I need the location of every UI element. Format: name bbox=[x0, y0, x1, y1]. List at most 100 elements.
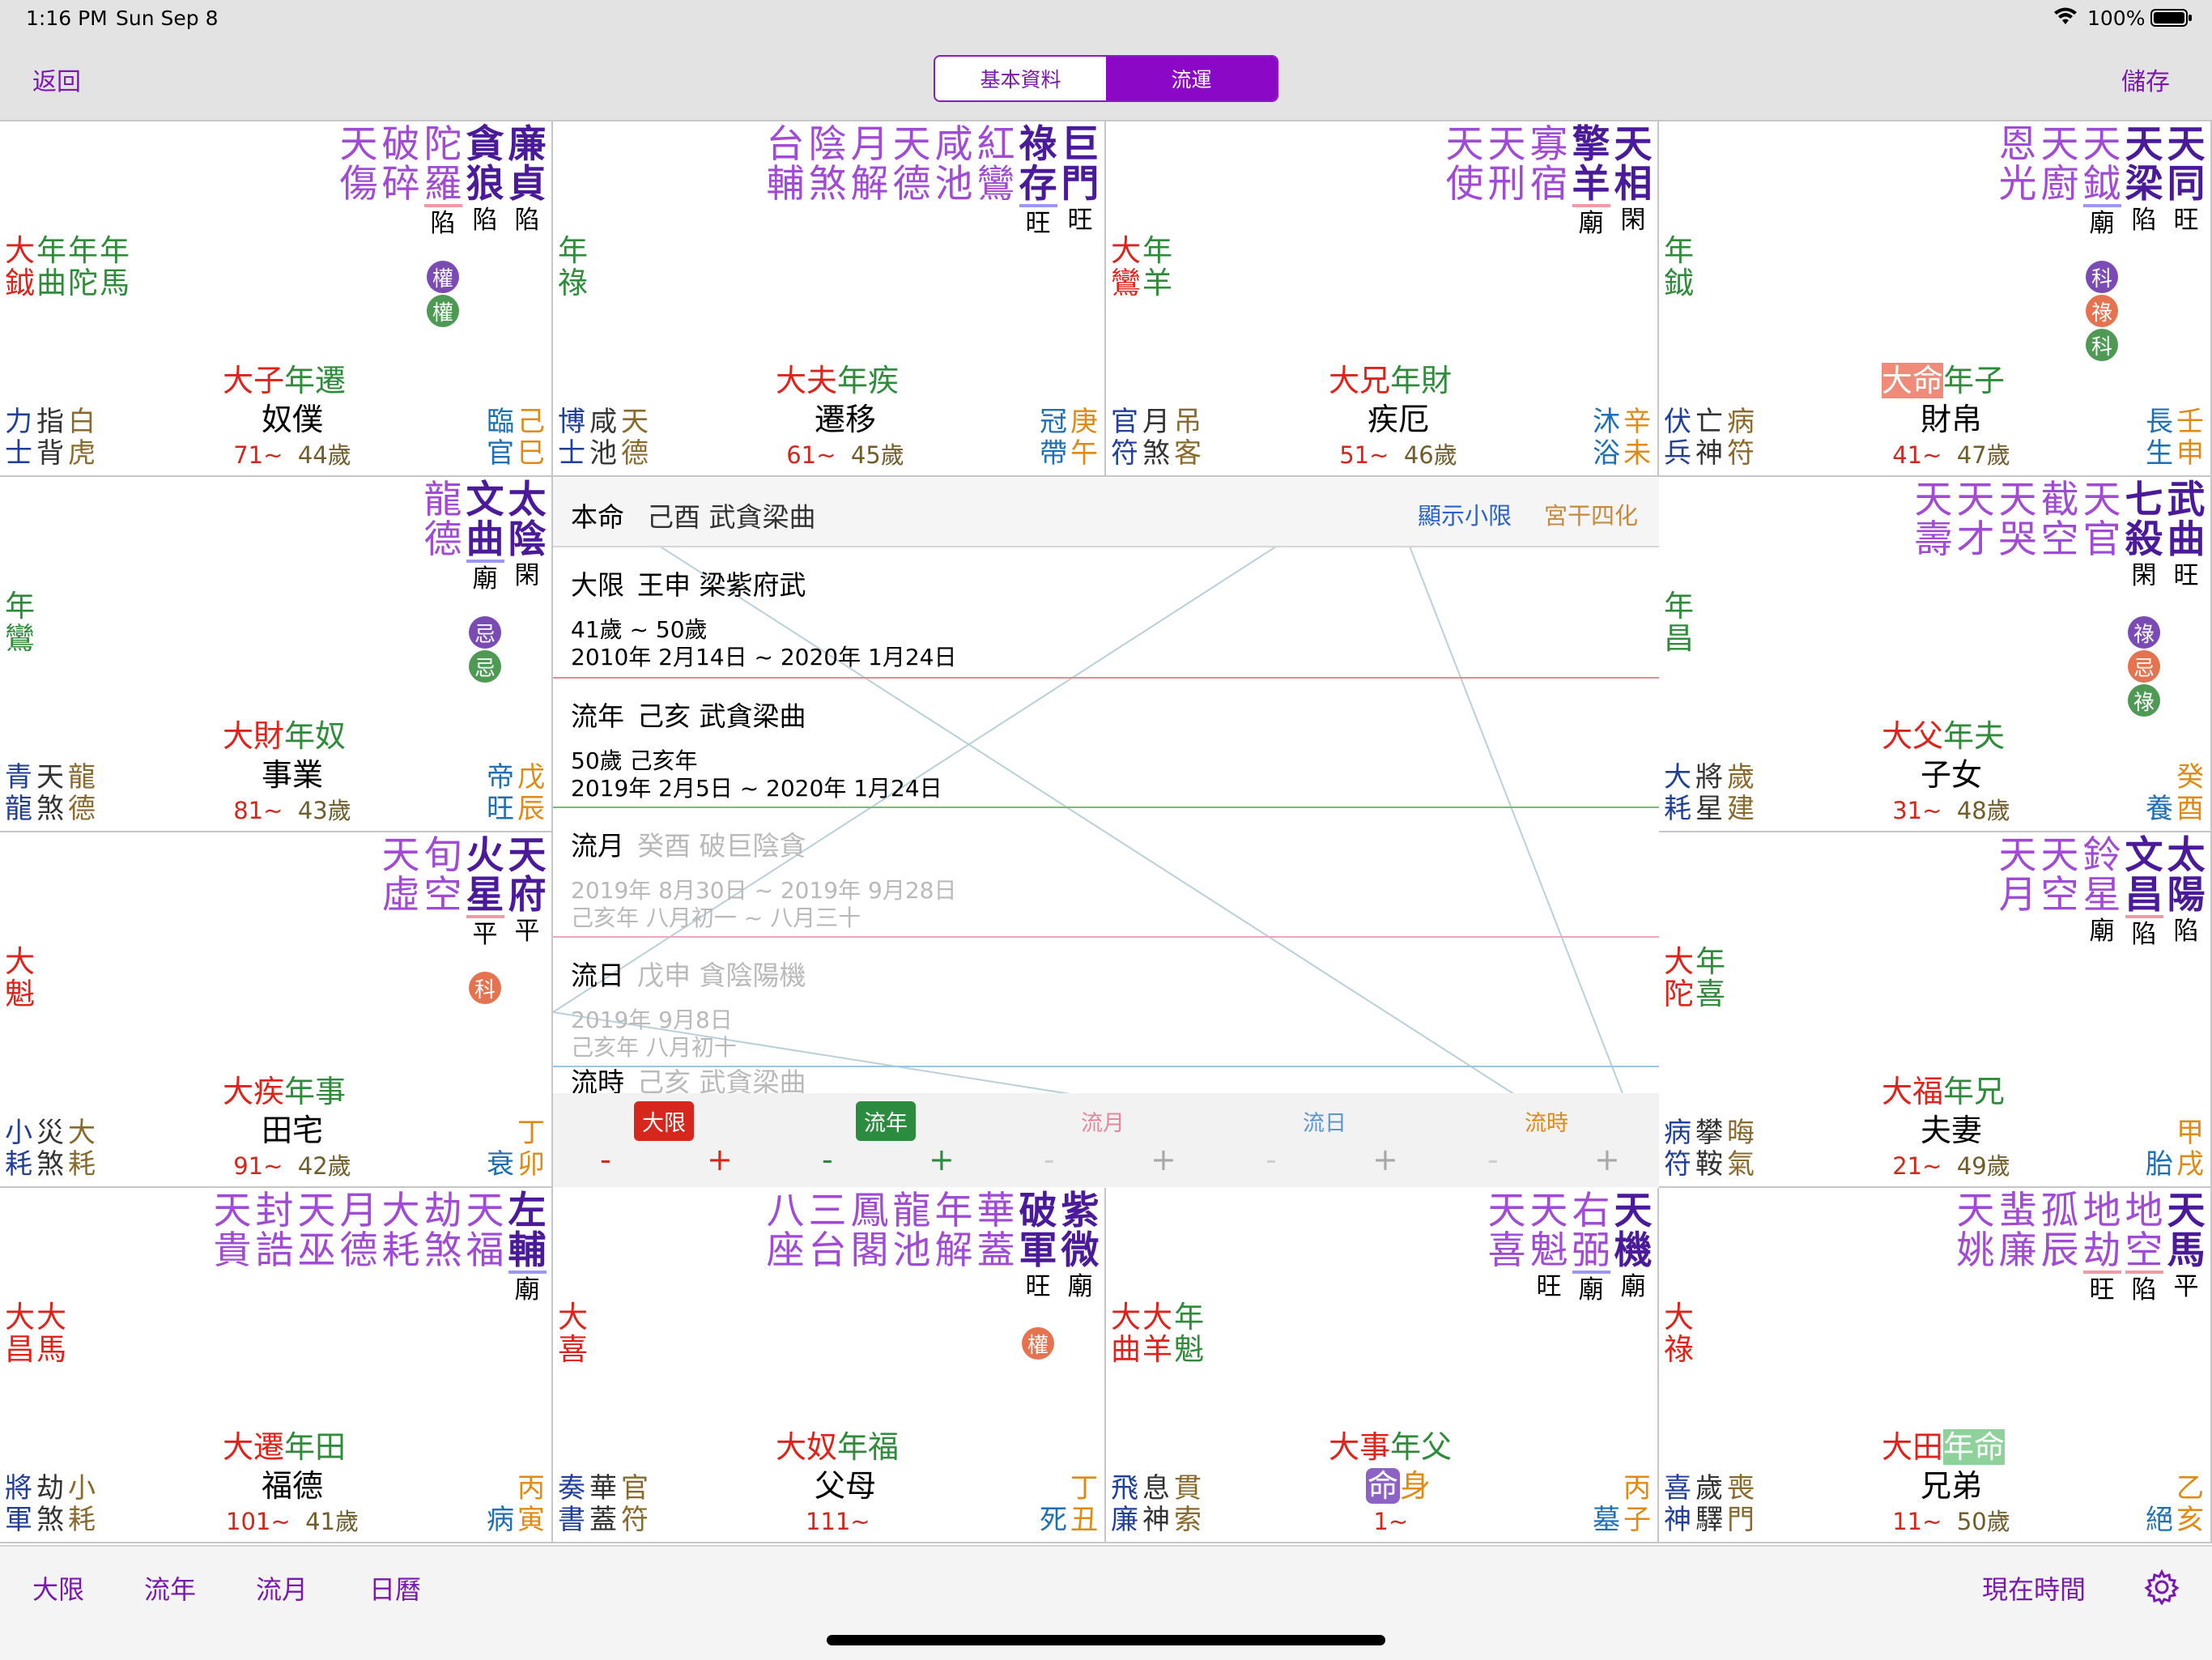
star-char: 天 bbox=[1487, 1189, 1526, 1233]
flow-palace-char: 年 bbox=[284, 1429, 316, 1465]
natal-row: 本命 己酉 武貪梁曲 顯示小限 宮干四化 bbox=[553, 478, 1659, 547]
brightness-label: 陷 bbox=[2173, 917, 2199, 946]
palace-cell[interactable]: 天府平火星平旬空天虛科大魁大疾年事田宅 91~ 42歲小耗災煞大耗衰丁卯 bbox=[0, 832, 553, 1188]
flow-palace-labels: 大兄年財 bbox=[1329, 363, 1452, 398]
god-char: 晦 bbox=[1727, 1117, 1755, 1149]
life-stage-char: 病 bbox=[487, 1504, 514, 1536]
god-char: 背 bbox=[36, 437, 64, 470]
palace-cell[interactable]: 天機廟右弼廟天魁旺天喜大曲大羊年魁大事年父命身 1~ 飛廉息神貫索墓丙子 bbox=[1106, 1188, 1659, 1543]
palace-stem-sihua-link[interactable]: 宮干四化 bbox=[1544, 497, 1638, 531]
god-char: 建 bbox=[1727, 793, 1755, 825]
decade-row[interactable]: 大限 王申 梁紫府武 41歲 ~ 50歲 2010年 2月14日 ~ 2020年… bbox=[553, 549, 1659, 679]
star-char: 廚 bbox=[2040, 162, 2079, 206]
life-stage-char: 帝 bbox=[487, 761, 514, 794]
tab-calendar[interactable]: 日曆 bbox=[369, 1569, 421, 1607]
minor-star: 天官 bbox=[2081, 480, 2123, 560]
back-button[interactable]: 返回 bbox=[32, 62, 81, 97]
age-spacer bbox=[283, 441, 297, 469]
minor-star: 鳳閣 bbox=[849, 1191, 891, 1271]
flow-palace-labels: 大命年子 bbox=[1882, 363, 2005, 398]
star-char: 曲 bbox=[466, 517, 504, 563]
main-star: 文昌陷 bbox=[2123, 836, 2165, 951]
year-age: 41歲 bbox=[305, 1508, 359, 1535]
palace-cell[interactable]: 紫微廟破軍旺華蓋年解龍池鳳閣三台八座權大喜大奴年福父母 111~ 奏書華蓋官符死丁… bbox=[553, 1188, 1106, 1543]
minor-star: 大耗 bbox=[380, 1191, 422, 1271]
stem-branch: 丁丑 bbox=[1070, 1473, 1098, 1536]
stem-branch-char: 寅 bbox=[517, 1504, 545, 1536]
star-char: 煞 bbox=[808, 162, 847, 206]
palace-cell[interactable]: 天同旺天梁陷天鉞廟天廚恩光科祿科年鉞大命年子財帛 41~ 47歲伏兵亡神病符長生壬… bbox=[1659, 121, 2212, 477]
flow-palace-char: 大 bbox=[223, 1074, 254, 1109]
save-button[interactable]: 儲存 bbox=[2121, 62, 2170, 97]
star-char: 龍 bbox=[423, 478, 462, 522]
flow-palace-char: 父 bbox=[1421, 1429, 1453, 1465]
hour-button[interactable]: 流時 bbox=[1516, 1101, 1576, 1141]
decade-minus-button[interactable]: - bbox=[600, 1142, 611, 1177]
flow-star-char: 陀 bbox=[1664, 977, 1694, 1011]
palace-cell[interactable]: 武曲旺七殺閑天官截空天哭天才天壽祿忌祿年昌大父年夫子女 31~ 48歲大耗將星歲建… bbox=[1659, 477, 2212, 832]
hour-minus-button[interactable]: - bbox=[1487, 1142, 1499, 1177]
tab-basic-info[interactable]: 基本資料 bbox=[935, 57, 1106, 100]
tab-month[interactable]: 流月 bbox=[256, 1569, 308, 1607]
palace-cell[interactable]: 太陰閑文曲廟龍德忌忌年鸞大財年奴事業 81~ 43歲青龍天煞龍德帝旺戊辰 bbox=[0, 477, 553, 832]
year-plus-button[interactable]: + bbox=[929, 1142, 955, 1177]
main-star: 文曲廟 bbox=[464, 480, 506, 595]
main-star: 天同旺 bbox=[2165, 125, 2207, 236]
flow-palace-char: 年 bbox=[284, 718, 316, 754]
palace-cell[interactable]: 天相閑擎羊廟寡宿天刑天使大鸞年羊大兄年財疾厄 51~ 46歲官符月煞吊客沐浴辛未 bbox=[1106, 121, 1659, 477]
brightness-label: 旺 bbox=[1025, 209, 1051, 238]
stem-branch: 丁卯 bbox=[517, 1117, 545, 1181]
palace-cell[interactable]: 巨門旺祿存旺紅鸞咸池天德月解陰煞台輔年祿大夫年疾遷移 61~ 45歲博士咸池天德冠… bbox=[553, 121, 1106, 477]
palace-cell[interactable]: 左輔廟天福劫煞大耗月德天巫封誥天貴大昌大馬大遷年田福德 101~ 41歲將軍劫煞小… bbox=[0, 1188, 553, 1543]
tab-year[interactable]: 流年 bbox=[144, 1569, 196, 1607]
day-minus-button[interactable]: - bbox=[1266, 1142, 1277, 1177]
flow-palace-char: 疾 bbox=[253, 1074, 285, 1109]
stem-branch-char: 庚 bbox=[1070, 406, 1098, 438]
sihua-badge: 科 bbox=[469, 972, 501, 1004]
minor-star: 龍德 bbox=[422, 480, 464, 560]
god-char: 兵 bbox=[1664, 437, 1691, 470]
decade-button[interactable]: 大限 bbox=[634, 1101, 694, 1141]
show-xiaoxian-link[interactable]: 顯示小限 bbox=[1418, 497, 1512, 531]
palace-cell[interactable]: 天馬平地空陷地劫旺孤辰蜚廉天姚大祿大田年命兄弟 11~ 50歲喜神歲驛喪門絕乙亥 bbox=[1659, 1188, 2212, 1543]
sihua-badge: 忌 bbox=[469, 616, 501, 649]
decade-plus-button[interactable]: + bbox=[707, 1142, 733, 1177]
god-char: 廉 bbox=[1111, 1504, 1138, 1536]
life-stage: 病 bbox=[487, 1505, 514, 1536]
god-char: 咸 bbox=[589, 406, 617, 438]
hour-plus-button[interactable]: + bbox=[1594, 1142, 1620, 1177]
flow-palace-char: 大 bbox=[1329, 1429, 1360, 1465]
star-char: 天 bbox=[2082, 478, 2121, 522]
month-minus-button[interactable]: - bbox=[1044, 1142, 1055, 1177]
month-plus-button[interactable]: + bbox=[1151, 1142, 1176, 1177]
flow-star-char: 大 bbox=[1111, 233, 1141, 268]
year-button[interactable]: 流年 bbox=[856, 1101, 916, 1141]
year-row[interactable]: 流年 己亥 武貪梁曲 50歲 己亥年 2019年 2月5日 ~ 2020年 1月… bbox=[553, 680, 1659, 808]
star-char: 天 bbox=[1614, 1189, 1653, 1233]
sihua-badge: 權 bbox=[1022, 1327, 1054, 1360]
age-range: 31~ 48歲 bbox=[1846, 797, 2057, 824]
month-row[interactable]: 流月 癸酉 破巨陰貪 2019年 8月30日 ~ 2019年 9月28日 己亥年… bbox=[553, 810, 1659, 938]
flow-stars: 大陀年喜 bbox=[1664, 946, 1727, 1011]
star-char: 光 bbox=[1998, 162, 2037, 206]
tab-decade[interactable]: 大限 bbox=[32, 1569, 84, 1607]
god-char: 青 bbox=[5, 761, 32, 794]
month-button[interactable]: 流月 bbox=[1073, 1101, 1133, 1141]
day-button[interactable]: 流日 bbox=[1295, 1101, 1355, 1141]
star-char: 寡 bbox=[1529, 122, 1568, 167]
god-char: 耗 bbox=[5, 1148, 32, 1181]
year-minus-button[interactable]: - bbox=[822, 1142, 833, 1177]
palace-cell[interactable]: 太陽陷文昌陷鈴星廟天空天月大陀年喜大福年兄夫妻 21~ 49歲病符攀鞍晦氣胎甲戌 bbox=[1659, 832, 2212, 1188]
star-char: 天 bbox=[2125, 122, 2163, 167]
palace-cell[interactable]: 廉貞陷貪狼陷陀羅陷破碎天傷權權大鉞年曲年陀年馬大子年遷奴僕 71~ 44歲力士指背… bbox=[0, 121, 553, 477]
day-row[interactable]: 流日 戊申 貪陰陽機 2019年 9月8日 己亥年 八月初十 bbox=[553, 939, 1659, 1067]
life-stage-char: 長 bbox=[2146, 406, 2173, 438]
star-char: 魁 bbox=[1529, 1228, 1568, 1273]
now-button[interactable]: 現在時間 bbox=[1982, 1569, 2086, 1607]
day-plus-button[interactable]: + bbox=[1372, 1142, 1398, 1177]
palace-name: 夫妻 bbox=[1920, 1113, 1982, 1148]
tab-flow[interactable]: 流運 bbox=[1106, 57, 1277, 100]
month-text: 癸酉 破巨陰貪 bbox=[637, 830, 806, 862]
year-text: 己亥 武貪梁曲 bbox=[637, 700, 806, 732]
gear-icon[interactable] bbox=[2144, 1568, 2180, 1608]
